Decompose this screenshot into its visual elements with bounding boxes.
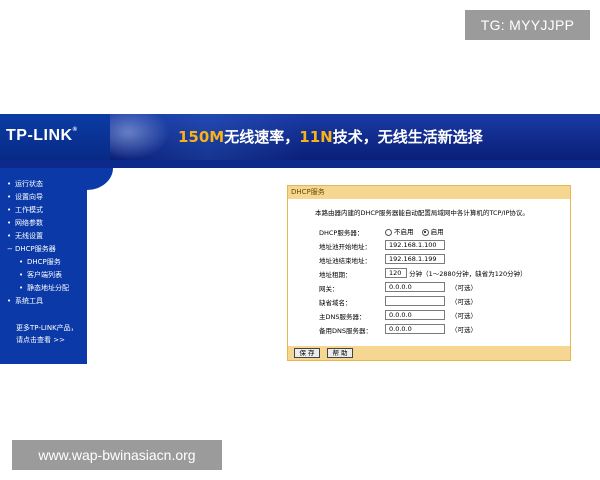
watermark-bottom: www.wap-bwinasiacn.org (12, 440, 222, 470)
sidebar-item-label: 客户端列表 (27, 271, 62, 279)
domain-label: 缺省域名： (319, 299, 352, 307)
end-address-label: 地址池结束地址： (319, 257, 371, 265)
banner-image: 150M无线速率，11N技术，无线生活新选择 (110, 114, 600, 160)
lease-time-hint: （1～2880分钟，缺省为120分钟） (422, 270, 527, 278)
gateway-input[interactable]: 0.0.0.0 (385, 282, 445, 292)
more-line-1: 更多TP-LINK产品， (16, 324, 78, 332)
sidebar-item-label: 运行状态 (15, 180, 43, 188)
end-address-input[interactable]: 192.168.1.199 (385, 254, 445, 264)
sidebar-curve (87, 168, 113, 190)
panel-description: 本路由器内建的DHCP服务器能自动配置局域网中各计算机的TCP/IP协议。 (315, 209, 529, 217)
tplink-logo: TP-LINK® (6, 127, 78, 145)
slogan-tech: 11N (299, 128, 333, 146)
bullet-icon: • (7, 297, 12, 305)
header-banner: TP-LINK® 150M无线速率，11N技术，无线生活新选择 (0, 114, 600, 160)
sidebar-subitem-static-address[interactable]: • 静态地址分配 (7, 282, 69, 295)
primary-dns-hint: （可选） (451, 312, 477, 320)
radio-enable-label: 启用 (430, 228, 444, 236)
bullet-icon: • (7, 219, 12, 227)
sidebar-item-mode[interactable]: • 工作模式 (7, 204, 69, 217)
panel-footer: 保 存 帮 助 (288, 346, 570, 360)
start-address-input[interactable]: 192.168.1.100 (385, 240, 445, 250)
gateway-hint: （可选） (451, 284, 477, 292)
radio-disable[interactable]: 不启用 (385, 228, 414, 236)
logo-area: TP-LINK® (0, 114, 110, 160)
collapse-icon: − (7, 245, 13, 253)
sidebar-item-label: DHCP服务 (27, 258, 61, 266)
sidebar-subitem-dhcp-service[interactable]: • DHCP服务 (7, 256, 69, 269)
bullet-icon: • (19, 284, 24, 292)
sidebar-item-label: 系统工具 (15, 297, 43, 305)
page-root: TG: MYYJJPP TP-LINK® 150M无线速率，11N技术，无线生活… (0, 0, 600, 480)
sidebar-subitem-client-list[interactable]: • 客户端列表 (7, 269, 69, 282)
sidebar-item-wireless[interactable]: • 无线设置 (7, 230, 69, 243)
slogan-part-2: 技术，无线生活新选择 (332, 128, 483, 146)
sidebar-item-status[interactable]: • 运行状态 (7, 178, 69, 191)
slogan-speed: 150M (178, 128, 225, 146)
bullet-icon: • (7, 180, 12, 188)
sidebar-item-label: 静态地址分配 (27, 284, 69, 292)
sidebar-item-system-tools[interactable]: • 系统工具 (7, 295, 69, 308)
radio-disable-icon (385, 228, 392, 236)
save-button[interactable]: 保 存 (294, 348, 320, 358)
bullet-icon: • (19, 271, 24, 279)
sidebar-item-label: 无线设置 (15, 232, 43, 240)
watermark-top: TG: MYYJJPP (465, 10, 590, 40)
bullet-icon: • (19, 258, 24, 266)
dhcp-server-options: 不启用 启用 (385, 226, 450, 236)
slogan-part-1: 无线速率， (224, 128, 300, 146)
sidebar-item-label: 网络参数 (15, 219, 43, 227)
sidebar-item-label: 设置向导 (15, 193, 43, 201)
domain-input[interactable] (385, 296, 445, 306)
more-line-2: 请点击查看 >> (16, 336, 65, 344)
primary-dns-label: 主DNS服务器： (319, 313, 366, 321)
radio-enable[interactable]: 启用 (421, 228, 444, 236)
banner-slogan: 150M无线速率，11N技术，无线生活新选择 (178, 126, 483, 147)
radio-disable-label: 不启用 (394, 228, 414, 236)
sidebar-item-network[interactable]: • 网络参数 (7, 217, 69, 230)
logo-text: TP-LINK (6, 127, 73, 144)
lease-time-unit: 分钟 (409, 270, 423, 278)
bullet-icon: • (7, 232, 12, 240)
sidebar-item-label: 工作模式 (15, 206, 43, 214)
secondary-dns-label: 备用DNS服务器： (319, 327, 372, 335)
gateway-label: 网关： (319, 285, 339, 293)
sidebar-nav: • 运行状态 • 设置向导 • 工作模式 • 网络参数 • 无线设置 − DHCP服务器 •… (7, 178, 69, 308)
sidebar-item-dhcp-server[interactable]: − DHCP服务器 (7, 243, 69, 256)
dhcp-server-label: DHCP服务器： (319, 229, 364, 237)
help-button[interactable]: 帮 助 (327, 348, 353, 358)
lease-time-label: 地址租期： (319, 271, 352, 279)
bullet-icon: • (7, 206, 12, 214)
registered-mark: ® (72, 127, 78, 133)
domain-hint: （可选） (451, 298, 477, 306)
panel-title: DHCP服务 (288, 186, 570, 199)
primary-dns-input[interactable]: 0.0.0.0 (385, 310, 445, 320)
bullet-icon: • (7, 193, 12, 201)
sidebar-item-wizard[interactable]: • 设置向导 (7, 191, 69, 204)
lease-time-input[interactable]: 120 (385, 268, 407, 278)
start-address-label: 地址池开始地址： (319, 243, 371, 251)
radio-enable-icon (421, 228, 429, 236)
more-products-link[interactable]: 更多TP-LINK产品， 请点击查看 >> (16, 322, 78, 346)
dhcp-panel: DHCP服务 本路由器内建的DHCP服务器能自动配置局域网中各计算机的TCP/I… (287, 185, 571, 361)
secondary-dns-hint: （可选） (451, 326, 477, 334)
banner-underbar (0, 160, 600, 168)
secondary-dns-input[interactable]: 0.0.0.0 (385, 324, 445, 334)
sidebar-item-label: DHCP服务器 (15, 245, 56, 253)
